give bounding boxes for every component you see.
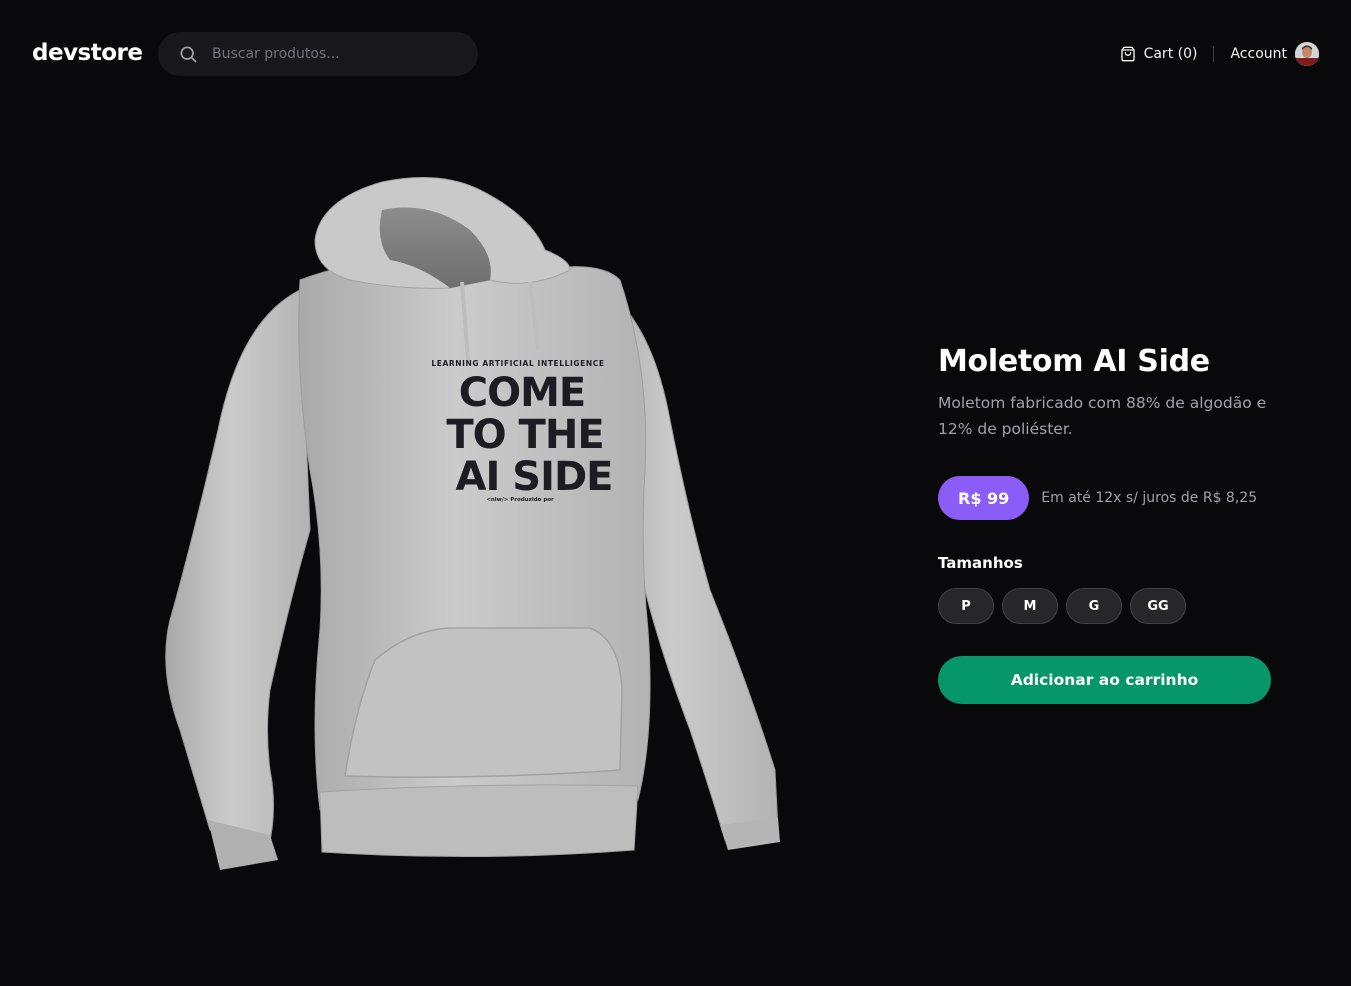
sizes-label: Tamanhos <box>938 554 1023 572</box>
price-badge: R$ 99 <box>938 476 1030 520</box>
product-image: LEARNING ARTIFICIAL INTELLIGENCE COME TO… <box>150 170 790 880</box>
search-bar[interactable] <box>158 32 478 76</box>
size-button-p[interactable]: P <box>938 588 994 624</box>
avatar <box>1295 42 1319 66</box>
print-line-3: AI SIDE <box>456 454 613 500</box>
account-link[interactable]: Account <box>1230 42 1319 66</box>
nav-divider <box>1213 46 1215 62</box>
cart-label: Cart (0) <box>1143 46 1198 62</box>
shopping-bag-icon <box>1120 46 1136 62</box>
print-line-2: TO THE <box>446 412 603 458</box>
header: devstore Cart (0) Account <box>0 0 1351 108</box>
cart-link[interactable]: Cart (0) <box>1120 46 1198 62</box>
price-row: R$ 99 Em até 12x s/ juros de R$ 8,25 <box>938 476 1278 520</box>
account-label: Account <box>1230 46 1287 62</box>
product-description: Moletom fabricado com 88% de algodão e 1… <box>938 394 1267 438</box>
product-title: Moletom AI Side <box>938 344 1210 379</box>
size-button-g[interactable]: G <box>1066 588 1122 624</box>
search-icon <box>178 44 198 64</box>
size-button-m[interactable]: M <box>1002 588 1058 624</box>
logo[interactable]: devstore <box>32 38 143 68</box>
product-details: Moletom AI Side Moletom fabricado com 88… <box>938 340 1278 704</box>
print-top-line: LEARNING ARTIFICIAL INTELLIGENCE <box>431 359 604 368</box>
print-footer: <niw/> Produzido por <box>486 497 554 503</box>
print-line-1: COME <box>459 370 586 416</box>
header-nav: Cart (0) Account <box>1120 40 1319 68</box>
installments-text: Em até 12x s/ juros de R$ 8,25 <box>1041 490 1258 506</box>
size-options: P M G GG <box>938 588 1278 624</box>
search-input[interactable] <box>210 45 460 63</box>
size-button-gg[interactable]: GG <box>1130 588 1186 624</box>
add-to-cart-button[interactable]: Adicionar ao carrinho <box>938 656 1271 704</box>
